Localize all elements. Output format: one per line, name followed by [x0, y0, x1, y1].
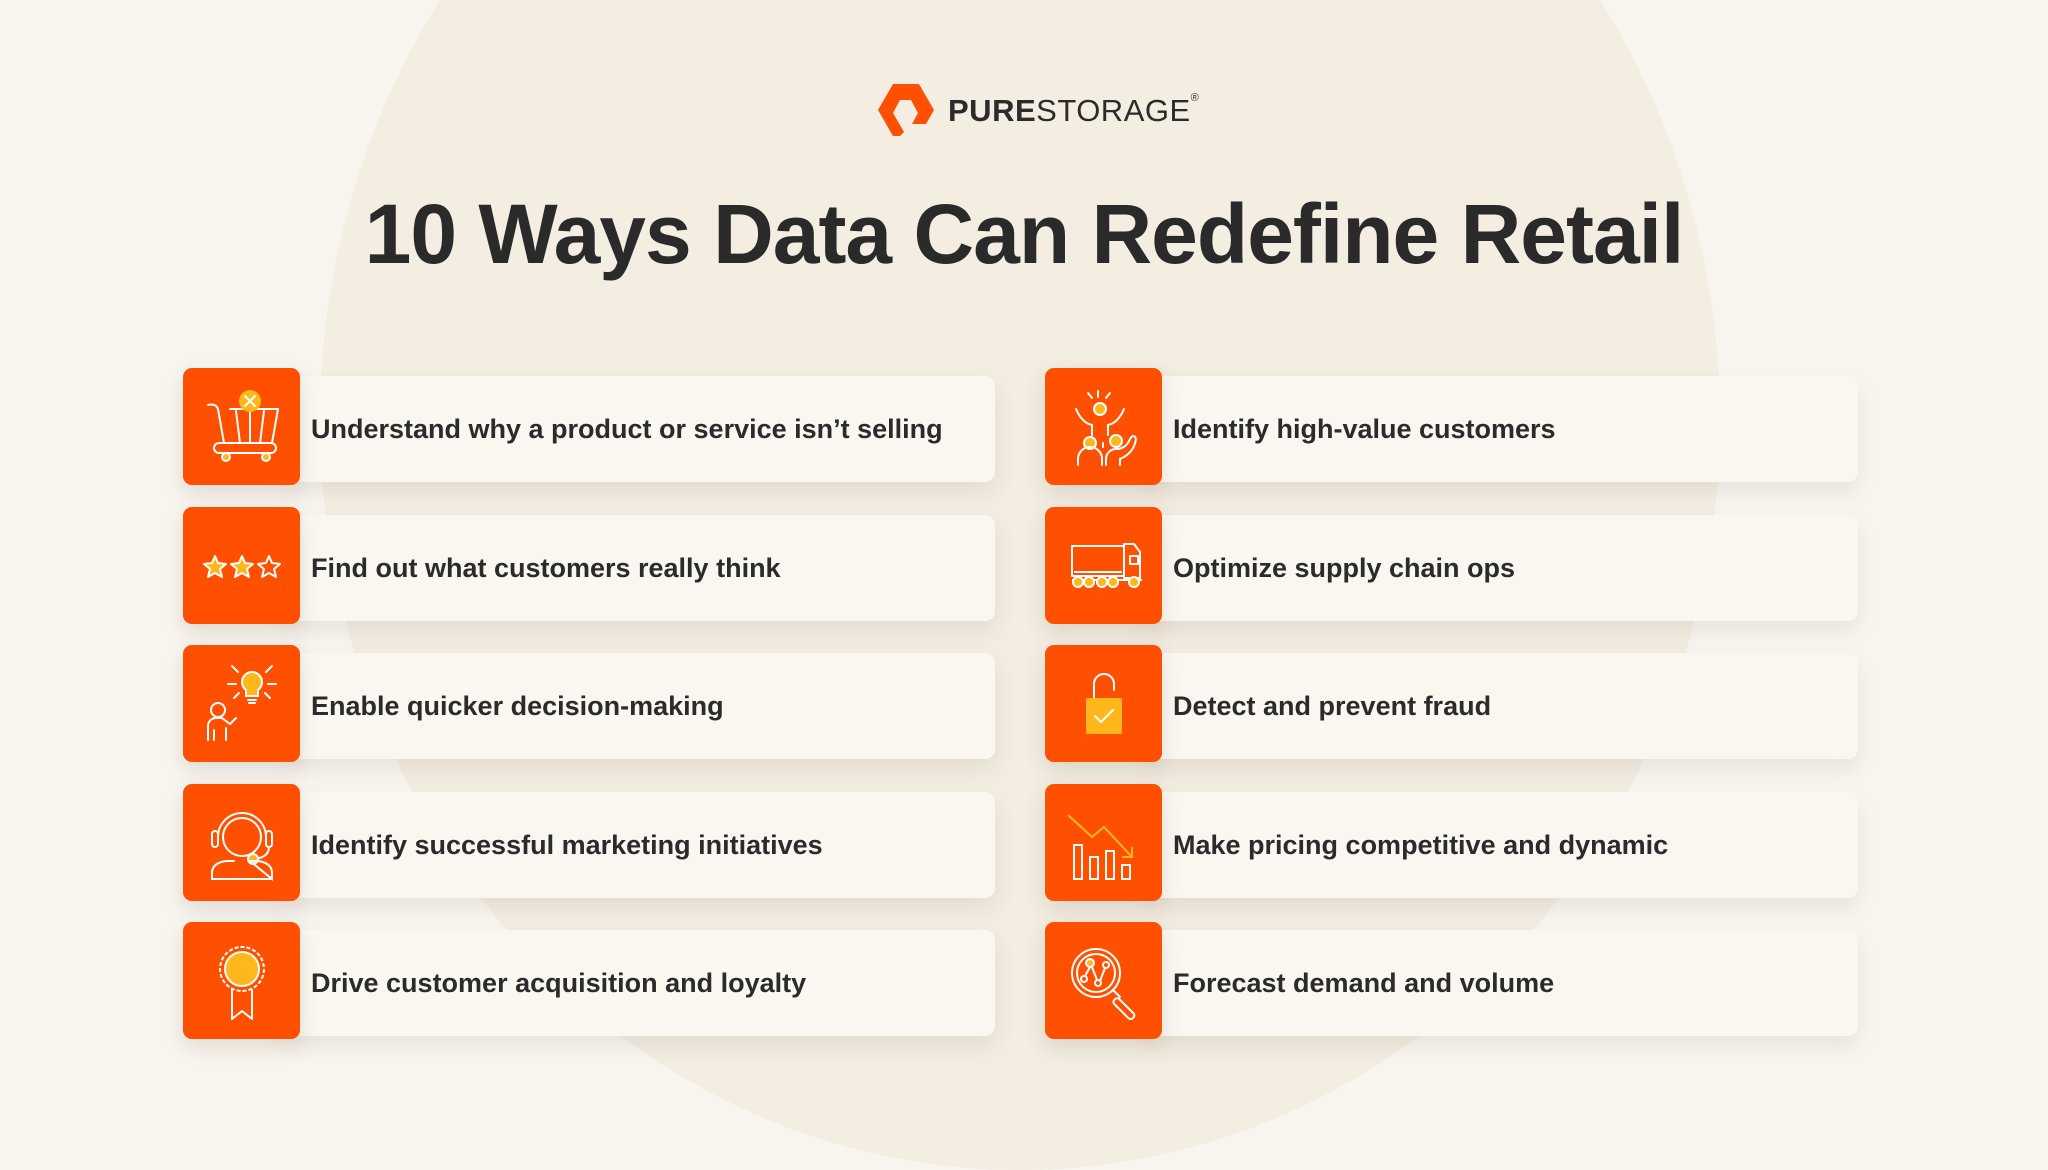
item-label: Make pricing competitive and dynamic	[1173, 829, 1669, 860]
registered-mark: ®	[1190, 91, 1200, 104]
item-card: Identify high-value customers	[1145, 376, 1858, 482]
price-chart-down-icon	[1066, 813, 1133, 880]
icon-tile	[183, 784, 300, 901]
item-label: Forecast demand and volume	[1173, 967, 1555, 998]
item-card: Forecast demand and volume	[1145, 930, 1858, 1036]
brand-name-bold: PURE	[948, 92, 1037, 128]
star-rating-icon	[202, 554, 281, 578]
padlock-check-icon	[1085, 672, 1122, 734]
headset-agent-icon	[210, 811, 273, 881]
icon-tile	[1045, 507, 1162, 624]
item-card: Detect and prevent fraud	[1145, 653, 1858, 759]
icon-tile	[1045, 368, 1162, 485]
item-label: Find out what customers really think	[311, 552, 781, 583]
icon-tile	[183, 645, 300, 762]
award-ribbon-icon	[218, 945, 265, 1020]
item-card: Enable quicker decision-making	[283, 653, 995, 759]
item-card: Identify successful marketing initiative…	[283, 792, 995, 898]
icon-tile	[1045, 645, 1162, 762]
icon-tile	[183, 922, 300, 1039]
cheering-people-icon	[1074, 389, 1137, 466]
pure-storage-logo: PURESTORAGE®	[876, 82, 1199, 138]
icon-tile	[183, 507, 300, 624]
item-label: Understand why a product or service isn’…	[311, 413, 943, 444]
item-label: Enable quicker decision-making	[311, 690, 724, 721]
item-label: Optimize supply chain ops	[1173, 552, 1516, 583]
icon-tile	[1045, 784, 1162, 901]
shopping-cart-x-icon	[206, 389, 279, 462]
delivery-truck-icon	[1070, 542, 1142, 588]
brand-wordmark: PURESTORAGE®	[948, 91, 1200, 128]
item-card: Find out what customers really think	[283, 515, 995, 621]
person-lightbulb-icon	[206, 664, 277, 741]
item-card: Understand why a product or service isn’…	[283, 376, 995, 482]
item-label: Identify high-value customers	[1173, 413, 1556, 444]
icon-tile	[183, 368, 300, 485]
page-title: 10 Ways Data Can Redefine Retail	[364, 187, 1685, 281]
icon-tile	[1045, 922, 1162, 1039]
item-card: Optimize supply chain ops	[1145, 515, 1858, 621]
item-label: Identify successful marketing initiative…	[311, 829, 823, 860]
item-card: Drive customer acquisition and loyalty	[283, 930, 995, 1036]
item-label: Drive customer acquisition and loyalty	[311, 967, 807, 998]
item-card: Make pricing competitive and dynamic	[1145, 792, 1858, 898]
brand-name-light: STORAGE	[1036, 92, 1191, 128]
pure-storage-hexagon-icon	[878, 84, 934, 136]
magnifier-analytics-icon	[1070, 947, 1135, 1020]
item-label: Detect and prevent fraud	[1173, 690, 1492, 721]
